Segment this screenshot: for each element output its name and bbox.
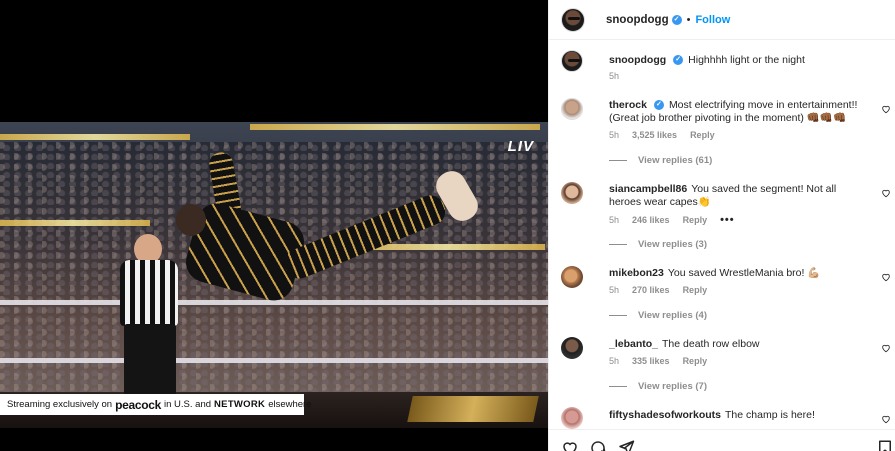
broadcast-ticker: Streaming exclusively on peacock in U.S.… xyxy=(0,394,312,415)
wrestler-figure xyxy=(170,150,483,332)
ticker-prefix: Streaming exclusively on xyxy=(7,399,113,410)
comment-username[interactable]: mikebon23 xyxy=(609,267,664,279)
comment-likes[interactable]: 246 likes xyxy=(632,215,670,225)
comment-heart-icon[interactable] xyxy=(881,272,891,282)
avatar[interactable] xyxy=(561,266,583,288)
comment-heart-icon[interactable] xyxy=(881,414,891,424)
verified-badge-icon: ✓ xyxy=(653,100,664,111)
comment-username[interactable]: _lebanto_ xyxy=(609,338,658,350)
view-replies-button[interactable]: View replies (7) xyxy=(609,381,707,392)
replies-divider xyxy=(609,386,627,387)
ticker-middle: in U.S. and xyxy=(164,399,212,410)
comment-icon[interactable] xyxy=(589,439,607,451)
comment-heart-icon[interactable] xyxy=(881,104,891,114)
comment-timestamp[interactable]: 5h xyxy=(609,285,619,295)
comment-text-row: mikebon23 You saved WrestleMania bro! 💪🏼 xyxy=(609,267,864,280)
comment-text-row: siancampbell86 You saved the segment! Not… xyxy=(609,183,864,209)
post-header: snoopdogg ✓ • Follow xyxy=(549,0,895,40)
comment-username[interactable]: fiftyshadesofworkouts xyxy=(609,409,721,421)
comments-list[interactable]: snoopdogg ✓ Highhhh light or the night 5h … xyxy=(549,41,895,429)
ring-rope xyxy=(0,358,548,363)
dot-separator: • xyxy=(686,13,691,26)
replies-divider xyxy=(609,315,627,316)
comment-text-row: _lebanto_ The death row elbow xyxy=(609,338,864,351)
avatar[interactable] xyxy=(561,98,583,120)
replies-divider xyxy=(609,244,627,245)
post-action-bar xyxy=(549,429,895,451)
post-media[interactable]: LIV Streaming exclusively on peacock in … xyxy=(0,0,548,451)
comment-likes[interactable]: 270 likes xyxy=(632,285,670,295)
comment-text-row: fiftyshadesofworkouts The champ is here! xyxy=(609,409,864,422)
verified-badge-icon: ✓ xyxy=(673,55,684,66)
wrestlemania-sign xyxy=(407,396,539,422)
comment-text: The death row elbow xyxy=(662,338,760,350)
comment-text: The champ is here! xyxy=(725,409,815,421)
header-username[interactable]: snoopdogg xyxy=(606,14,669,26)
view-replies-label[interactable]: View replies (61) xyxy=(638,155,712,166)
avatar[interactable] xyxy=(561,407,583,429)
arena-light-strip xyxy=(250,124,540,130)
header-user: snoopdogg ✓ • Follow xyxy=(606,14,730,26)
view-replies-label[interactable]: View replies (3) xyxy=(638,239,707,250)
comment-likes[interactable]: 335 likes xyxy=(632,356,670,366)
reply-button[interactable]: Reply xyxy=(690,130,715,140)
reply-button[interactable]: Reply xyxy=(683,215,708,225)
more-options-icon[interactable]: ••• xyxy=(720,214,735,226)
comment-text: You saved WrestleMania bro! 💪🏼 xyxy=(667,267,821,279)
comment-heart-icon[interactable] xyxy=(881,343,891,353)
comment-timestamp[interactable]: 5h xyxy=(609,130,619,140)
caption-text: Highhhh light or the night xyxy=(688,54,805,66)
comment-meta: 5h 335 likes Reply xyxy=(609,356,707,366)
reply-button[interactable]: Reply xyxy=(683,285,708,295)
comment-timestamp[interactable]: 5h xyxy=(609,356,619,366)
view-replies-label[interactable]: View replies (4) xyxy=(638,310,707,321)
view-replies-button[interactable]: View replies (4) xyxy=(609,310,707,321)
caption-username[interactable]: snoopdogg xyxy=(609,54,666,66)
bookmark-icon[interactable] xyxy=(876,439,894,451)
caption-timestamp[interactable]: 5h xyxy=(609,71,619,81)
live-badge: LIV xyxy=(507,138,534,155)
comment-meta: 5h 270 likes Reply xyxy=(609,285,707,295)
video-frame[interactable]: LIV xyxy=(0,122,548,428)
caption-text-row: snoopdogg ✓ Highhhh light or the night xyxy=(609,54,864,67)
avatar[interactable] xyxy=(561,50,583,72)
follow-button[interactable]: Follow xyxy=(695,14,730,26)
verified-badge-icon: ✓ xyxy=(671,14,682,25)
arena-light-strip xyxy=(0,134,190,140)
post-sidebar: snoopdogg ✓ • Follow snoopdogg ✓ Highhhh l… xyxy=(548,0,895,451)
comment-meta: 5h 3,525 likes Reply xyxy=(609,130,715,140)
comment-heart-icon[interactable] xyxy=(881,188,891,198)
view-replies-label[interactable]: View replies (7) xyxy=(638,381,707,392)
comment-timestamp[interactable]: 5h xyxy=(609,215,619,225)
comment-username[interactable]: siancampbell86 xyxy=(609,183,687,195)
avatar[interactable] xyxy=(561,7,585,32)
ticker-brand: peacock xyxy=(115,397,162,412)
avatar[interactable] xyxy=(561,182,583,204)
comment-username[interactable]: therock xyxy=(609,99,647,111)
arena-light-strip xyxy=(0,220,150,226)
avatar[interactable] xyxy=(561,337,583,359)
ticker-network: NETWORK xyxy=(214,399,266,410)
comment-meta: 5h 246 likes Reply ••• xyxy=(609,214,735,226)
share-icon[interactable] xyxy=(617,439,635,451)
heart-icon[interactable] xyxy=(561,439,579,451)
view-replies-button[interactable]: View replies (61) xyxy=(609,155,712,166)
comment-likes[interactable]: 3,525 likes xyxy=(632,130,677,140)
reply-button[interactable]: Reply xyxy=(683,356,708,366)
comment-text-row: therock ✓ Most electrifying move in entert… xyxy=(609,99,864,125)
instagram-post-view: LIV Streaming exclusively on peacock in … xyxy=(0,0,895,451)
view-replies-button[interactable]: View replies (3) xyxy=(609,239,707,250)
replies-divider xyxy=(609,160,627,161)
ticker-suffix: elsewhere xyxy=(268,399,312,410)
